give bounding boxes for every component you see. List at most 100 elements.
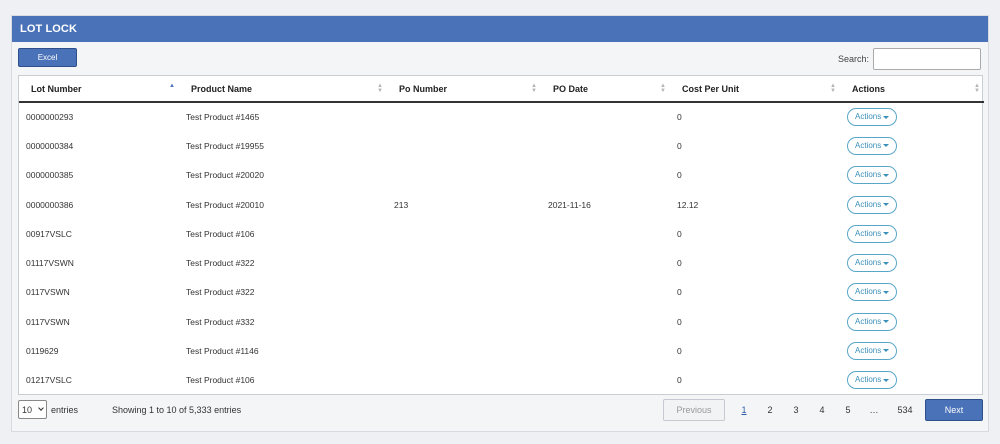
cost-per-unit-cell: 0 — [677, 375, 682, 386]
actions-dropdown-button[interactable]: Actions — [847, 371, 898, 390]
po-number-cell — [387, 219, 541, 248]
actions-label: Actions — [855, 287, 882, 297]
actions-cell: Actions — [840, 336, 984, 365]
product-name-cell: Test Product #322 — [186, 258, 255, 269]
actions-label: Actions — [855, 199, 882, 209]
search-label: Search: — [837, 54, 869, 64]
sort-icon: ▲ ▼ — [660, 83, 666, 94]
chevron-down-icon — [38, 405, 44, 411]
column-header-lot-number[interactable]: Lot Number ▲ — [19, 76, 179, 103]
column-header-po-number[interactable]: Po Number ▲ ▼ — [387, 76, 541, 103]
lot-number-cell: 01117VSWN — [26, 258, 74, 269]
actions-cell: Actions — [840, 248, 984, 277]
lot-number-cell: 0000000386 — [26, 199, 74, 210]
actions-cell: Actions — [840, 366, 984, 395]
cost-per-unit-cell: 0 — [677, 140, 682, 151]
po-date-cell — [541, 278, 670, 307]
actions-dropdown-button[interactable]: Actions — [847, 342, 898, 361]
caret-down-icon — [883, 202, 890, 206]
previous-page-button[interactable]: Previous — [663, 399, 725, 421]
page-button-2[interactable]: 2 — [757, 405, 783, 415]
actions-label: Actions — [855, 375, 882, 385]
page-button-1[interactable]: 1 — [731, 405, 757, 415]
cost-per-unit-cell: 0 — [677, 287, 682, 298]
lot-number-cell: 0117VSWN — [26, 316, 70, 327]
product-name-cell: Test Product #1146 — [186, 346, 259, 357]
po-number-cell — [387, 102, 541, 131]
sort-icon: ▲ ▼ — [974, 83, 980, 94]
actions-dropdown-button[interactable]: Actions — [847, 283, 898, 302]
table-row: 0117VSWN Test Product #322 0 Actions — [19, 278, 984, 307]
po-date-cell — [541, 307, 670, 336]
product-name-cell: Test Product #19955 — [186, 140, 264, 151]
entries-label: entries — [51, 404, 79, 415]
caret-down-icon — [883, 173, 890, 177]
po-date-cell — [541, 366, 670, 395]
actions-cell: Actions — [840, 161, 984, 190]
actions-dropdown-button[interactable]: Actions — [847, 312, 898, 331]
product-name-cell: Test Product #1465 — [186, 112, 260, 123]
actions-dropdown-button[interactable]: Actions — [847, 195, 898, 214]
page-button-3[interactable]: 3 — [783, 405, 809, 415]
actions-dropdown-button[interactable]: Actions — [847, 136, 898, 155]
table-row: 0119629 Test Product #1146 0 Actions — [19, 336, 984, 365]
column-header-product-name[interactable]: Product Name ▲ ▼ — [179, 76, 387, 103]
po-number-cell — [387, 307, 541, 336]
caret-down-icon — [883, 349, 890, 353]
column-header-po-date[interactable]: PO Date ▲ ▼ — [541, 76, 670, 103]
actions-label: Actions — [855, 112, 882, 122]
caret-down-icon — [883, 144, 890, 148]
po-date-cell — [541, 219, 670, 248]
po-number-cell — [387, 161, 541, 190]
actions-dropdown-button[interactable]: Actions — [847, 108, 898, 127]
column-header-label: Actions — [852, 83, 886, 94]
table-footer: 10 entries Showing 1 to 10 of 5,333 entr… — [18, 399, 983, 421]
table-row: 0000000384 Test Product #19955 0 Actions — [19, 131, 984, 160]
page-button-4[interactable]: 4 — [809, 405, 835, 415]
page-length-control: 10 entries — [18, 400, 78, 419]
actions-label: Actions — [855, 170, 882, 180]
caret-down-icon — [883, 290, 890, 294]
page-length-value: 10 — [22, 404, 33, 415]
page-button-last[interactable]: 534 — [887, 405, 923, 415]
actions-cell: Actions — [840, 278, 984, 307]
table-body: 0000000293 Test Product #1465 0 Actions 0000… — [19, 102, 984, 395]
lot-number-cell: 0119629 — [26, 346, 59, 357]
actions-cell: Actions — [840, 219, 984, 248]
product-name-cell: Test Product #106 — [186, 375, 255, 386]
caret-down-icon — [883, 232, 890, 236]
actions-dropdown-button[interactable]: Actions — [847, 166, 898, 185]
excel-export-button[interactable]: Excel — [18, 48, 77, 67]
table-info: Showing 1 to 10 of 5,333 entries — [112, 405, 242, 415]
table-row: 00917VSLC Test Product #106 0 Actions — [19, 219, 984, 248]
lot-number-cell: 0000000293 — [26, 112, 74, 123]
cost-per-unit-cell: 0 — [677, 228, 682, 239]
cost-per-unit-cell: 0 — [677, 346, 682, 357]
table-row: 01217VSLC Test Product #106 0 Actions — [19, 366, 984, 395]
table-row: 0117VSWN Test Product #332 0 Actions — [19, 307, 984, 336]
po-date-cell — [541, 161, 670, 190]
po-date-cell: 2021-11-16 — [548, 199, 591, 210]
search-box: Search: — [838, 48, 981, 70]
po-number-cell — [387, 366, 541, 395]
sort-icon: ▲ ▼ — [377, 83, 383, 94]
column-header-actions[interactable]: Actions ▲ ▼ — [840, 76, 984, 103]
column-header-cost-per-unit[interactable]: Cost Per Unit ▲ ▼ — [670, 76, 840, 103]
cost-per-unit-cell: 0 — [677, 258, 682, 269]
actions-dropdown-button[interactable]: Actions — [847, 254, 898, 273]
page-button-5[interactable]: 5 — [835, 405, 861, 415]
cost-per-unit-cell: 0 — [677, 316, 682, 327]
po-number-cell — [387, 336, 541, 365]
column-header-label: Cost Per Unit — [682, 83, 740, 94]
actions-dropdown-button[interactable]: Actions — [847, 224, 898, 243]
table-row: 01117VSWN Test Product #322 0 Actions — [19, 248, 984, 277]
next-page-button[interactable]: Next — [925, 399, 983, 421]
actions-label: Actions — [855, 228, 882, 238]
search-input[interactable] — [873, 48, 981, 70]
po-number-cell — [387, 278, 541, 307]
lot-number-cell: 00917VSLC — [26, 228, 72, 239]
page-length-select[interactable]: 10 — [18, 400, 47, 419]
po-date-cell — [541, 248, 670, 277]
po-number-cell — [387, 131, 541, 160]
cost-per-unit-cell: 0 — [677, 170, 682, 181]
